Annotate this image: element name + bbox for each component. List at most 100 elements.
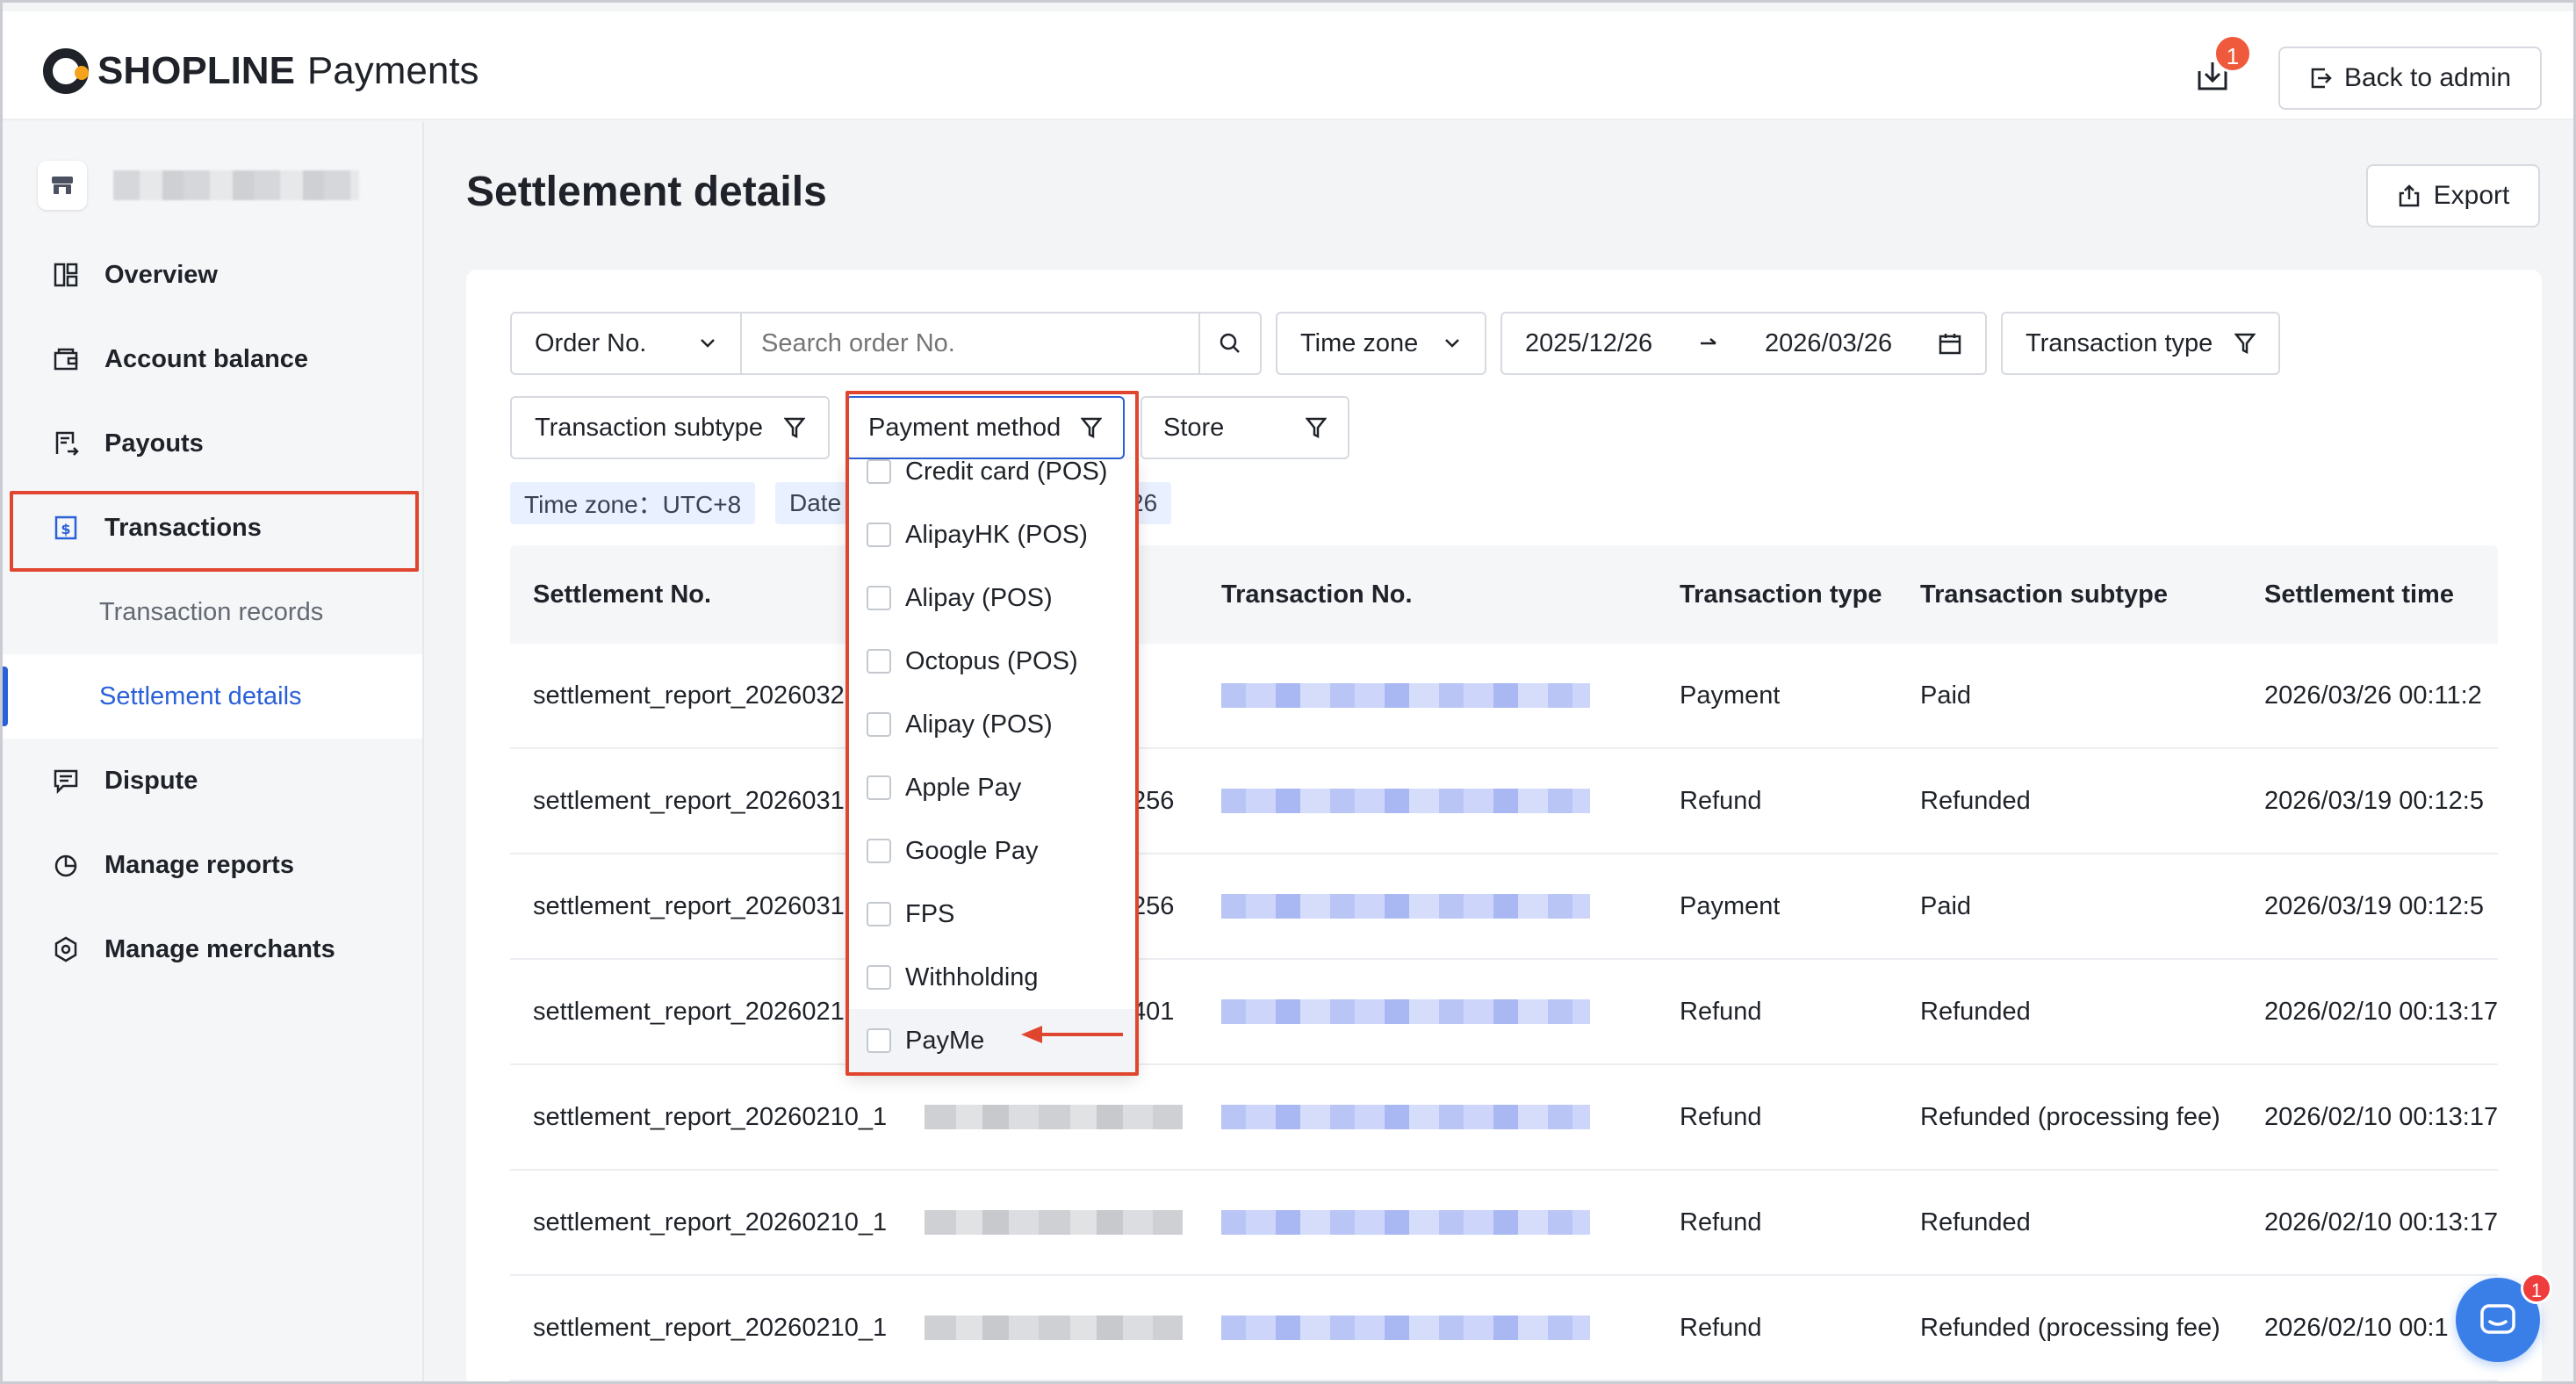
payment-method-filter[interactable]: Payment method	[845, 396, 1125, 459]
option-alipay-pos[interactable]: Alipay (POS)	[847, 566, 1137, 630]
checkbox[interactable]	[867, 586, 891, 610]
settlement-no-cell[interactable]: settlement_report_20260210_1	[533, 1065, 902, 1169]
wallet-icon	[52, 345, 80, 373]
order-no-tail: 256	[1132, 891, 1175, 920]
settlement-no-cell[interactable]: settlement_report_2026032	[533, 644, 858, 747]
option-credit-card-pos[interactable]: Credit card (POS)	[847, 459, 1137, 503]
store-label: Store	[1163, 413, 1225, 442]
export-button[interactable]: Export	[2366, 164, 2540, 227]
sidebar-item-manage-reports[interactable]: Manage reports	[3, 823, 422, 907]
checkbox[interactable]	[867, 775, 891, 800]
table-row[interactable]: settlement_report_20260210_1 Refund Refu…	[510, 1276, 2498, 1381]
annotation-arrow-icon	[1021, 1026, 1123, 1043]
option-label: Credit card (POS)	[905, 459, 1108, 486]
calendar-icon	[1939, 334, 1961, 355]
settlement-no-cell[interactable]: settlement_report_20260210_1	[533, 1171, 902, 1274]
sidebar-subitem-settlement-details[interactable]: Settlement details	[3, 654, 422, 739]
dollar-doc-icon: $	[52, 514, 80, 542]
option-label: PayMe	[905, 1026, 985, 1055]
option-octopus-pos[interactable]: Octopus (POS)	[847, 630, 1137, 693]
sidebar-item-account-balance[interactable]: Account balance	[3, 317, 422, 401]
transaction-no-redacted	[1221, 1276, 1590, 1380]
checkbox[interactable]	[867, 839, 891, 863]
settlement-time-cell: 2026/03/26 00:11:2	[2264, 681, 2482, 710]
option-label: Withholding	[905, 962, 1039, 991]
checkbox[interactable]	[867, 965, 891, 990]
table-row[interactable]: settlement_report_2026021 401 Refund Ref…	[510, 960, 2498, 1065]
store-filter[interactable]: Store	[1140, 396, 1349, 459]
checkbox[interactable]	[867, 459, 891, 484]
store-switcher[interactable]	[38, 161, 359, 210]
back-to-admin-button[interactable]: Back to admin	[2278, 47, 2542, 110]
order-search-input[interactable]	[742, 314, 1198, 373]
table-row[interactable]: settlement_report_20260210_1 Refund Refu…	[510, 1065, 2498, 1171]
checkbox[interactable]	[867, 1028, 891, 1053]
logo-mark-icon	[43, 48, 89, 94]
transaction-type-cell: Refund	[1680, 1207, 1762, 1236]
settlement-no-cell[interactable]: settlement_report_20260210_1	[533, 1276, 902, 1380]
checkbox[interactable]	[867, 523, 891, 547]
checkbox[interactable]	[867, 649, 891, 674]
order-field-select[interactable]: Order No.	[512, 314, 740, 373]
chat-badge: 1	[2521, 1272, 2552, 1304]
transaction-subtype-cell: Refunded (processing fee)	[1920, 1102, 2220, 1131]
table-row[interactable]: settlement_report_2026031 256 Payment Pa…	[510, 854, 2498, 960]
order-no-tail: 256	[1132, 786, 1175, 815]
settlement-no-cell[interactable]: settlement_report_2026031	[533, 749, 858, 853]
search-button[interactable]	[1200, 314, 1260, 373]
sidebar-item-label: Manage merchants	[104, 934, 335, 963]
payment-method-dropdown: Credit card (POS) AlipayHK (POS) Alipay …	[847, 459, 1137, 1074]
sidebar-item-label: Dispute	[104, 766, 198, 795]
date-start[interactable]: 2025/12/26	[1525, 329, 1652, 358]
option-google-pay[interactable]: Google Pay	[847, 819, 1137, 883]
option-label: Alipay (POS)	[905, 710, 1053, 739]
option-alipayhk-pos[interactable]: AlipayHK (POS)	[847, 503, 1137, 566]
option-alipay-pos-2[interactable]: Alipay (POS)	[847, 693, 1137, 756]
transaction-type-cell: Refund	[1680, 997, 1762, 1026]
sidebar-item-transactions[interactable]: $ Transactions	[3, 486, 422, 570]
settlement-time-cell: 2026/02/10 00:1	[2264, 1313, 2449, 1342]
store-icon	[38, 161, 87, 210]
transaction-type-label: Transaction type	[2026, 328, 2213, 357]
shopline-logo[interactable]: SHOPLINE Payments	[43, 47, 479, 96]
settlement-time-cell: 2026/02/10 00:13:17	[2264, 997, 2498, 1026]
time-zone-select[interactable]: Time zone	[1276, 312, 1486, 375]
table-row[interactable]: settlement_report_2026031 256 Refund Ref…	[510, 749, 2498, 854]
sidebar-item-label: Account balance	[104, 344, 309, 373]
sidebar-item-label: Transactions	[104, 513, 262, 542]
checkbox[interactable]	[867, 902, 891, 926]
chevron-down-icon	[1445, 339, 1459, 348]
transaction-no-redacted	[1221, 1065, 1590, 1169]
top-header: SHOPLINE Payments 1 Back to admin	[3, 11, 2573, 120]
order-no-redacted	[925, 1276, 1183, 1380]
chevron-down-icon	[701, 339, 715, 348]
order-search-group: Order No.	[510, 312, 1262, 375]
hexagon-icon	[52, 935, 80, 963]
option-apple-pay[interactable]: Apple Pay	[847, 756, 1137, 819]
overview-icon	[52, 261, 80, 289]
back-to-admin-label: Back to admin	[2343, 63, 2512, 92]
transaction-subtype-filter[interactable]: Transaction subtype	[510, 396, 830, 459]
date-end[interactable]: 2026/03/26	[1765, 329, 1892, 358]
transaction-type-cell: Payment	[1680, 681, 1781, 710]
option-fps[interactable]: FPS	[847, 883, 1137, 946]
transaction-type-filter[interactable]: Transaction type	[2001, 312, 2280, 375]
sidebar-item-dispute[interactable]: Dispute	[3, 739, 422, 823]
sidebar-item-payouts[interactable]: Payouts	[3, 401, 422, 486]
option-withholding[interactable]: Withholding	[847, 946, 1137, 1009]
logo-product: Payments	[306, 49, 479, 92]
chat-doc-icon	[52, 767, 80, 795]
settlement-no-cell[interactable]: settlement_report_2026031	[533, 854, 858, 958]
app-window: SHOPLINE Payments 1 Back to admin Overvi…	[0, 0, 2576, 1384]
checkbox[interactable]	[867, 712, 891, 737]
sidebar-item-overview[interactable]: Overview	[3, 233, 422, 317]
date-range-picker[interactable]: 2025/12/26 2026/03/26	[1500, 312, 1987, 375]
settlement-no-cell[interactable]: settlement_report_2026021	[533, 960, 858, 1063]
sidebar-subitem-transaction-records[interactable]: Transaction records	[3, 570, 422, 654]
transaction-type-cell: Refund	[1680, 1102, 1762, 1131]
sidebar-item-label: Payouts	[104, 429, 204, 458]
table-row[interactable]: settlement_report_20260210_1 Refund Refu…	[510, 1171, 2498, 1276]
column-header-transaction-subtype: Transaction subtype	[1920, 580, 2169, 609]
sidebar-item-manage-merchants[interactable]: Manage merchants	[3, 907, 422, 991]
table-row[interactable]: settlement_report_2026032 Payment Paid 2…	[510, 644, 2498, 749]
